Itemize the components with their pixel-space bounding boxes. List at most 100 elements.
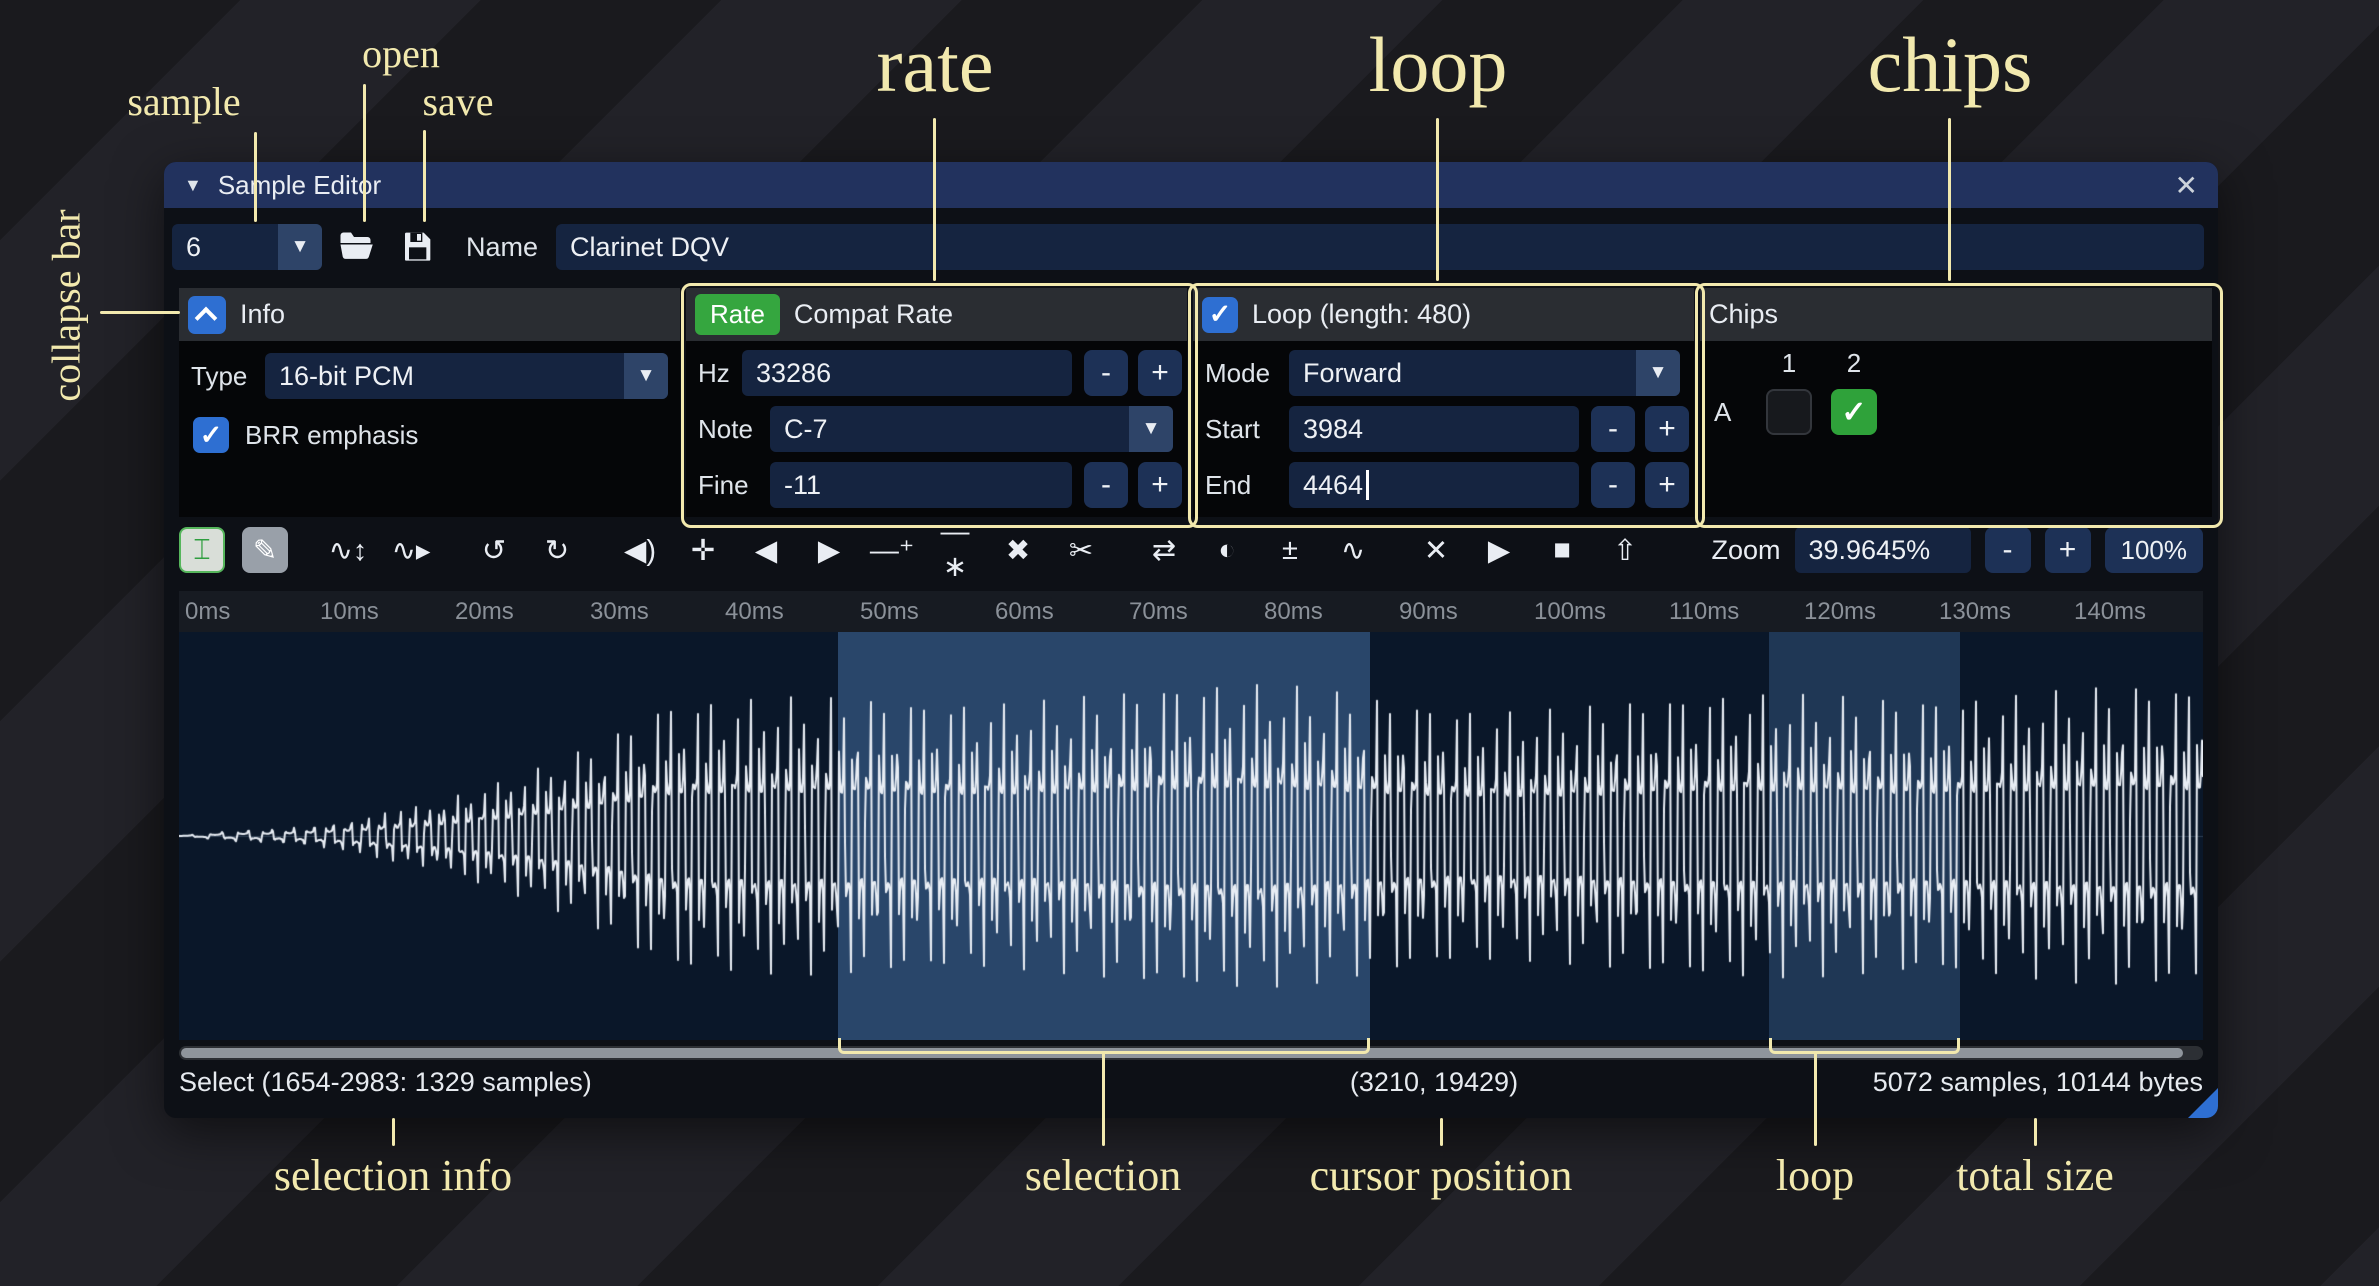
rate-panel: Rate Compat Rate Hz 33286 - + Note C-7 ▼… [686, 288, 1187, 517]
apply-silence-button[interactable]: —∗ [932, 527, 978, 573]
resize-button[interactable]: ∿↕ [325, 527, 371, 573]
crossfade-button[interactable]: ✕ [1413, 527, 1459, 573]
select-button[interactable]: ⌶ [179, 527, 225, 573]
ruler-tick-label: 0ms [185, 598, 230, 626]
collapse-bar-button[interactable] [188, 296, 226, 334]
selection-bracket [838, 1038, 1370, 1054]
hz-minus-button[interactable]: - [1084, 350, 1128, 396]
annotation-line-collapse-bar [100, 311, 180, 314]
annotation-save: save [422, 78, 493, 125]
stop-preview-button[interactable]: ■ [1539, 527, 1585, 573]
loop-start-plus-button[interactable]: + [1645, 406, 1689, 452]
sample-number-dropdown[interactable]: 6 ▼ [172, 224, 322, 270]
amplify-button[interactable]: ◀) [617, 527, 663, 573]
dash-plus-icon: —⁺ [870, 533, 914, 568]
zoom-reset-button[interactable]: 100% [2105, 527, 2204, 573]
check-icon: ✓ [200, 420, 223, 451]
annotation-line-total-size [2034, 1118, 2037, 1146]
chevron-down-icon: ▼ [278, 224, 322, 270]
annotation-line-loop [1436, 118, 1439, 281]
chip-1-checkbox[interactable] [1766, 389, 1812, 435]
window-title: Sample Editor [218, 170, 381, 201]
chip-column-1-label: 1 [1766, 343, 1812, 383]
window-titlebar[interactable]: ▼ Sample Editor ✕ [164, 162, 2218, 208]
trim-button[interactable]: ✂ [1058, 527, 1104, 573]
mode-label: Mode [1205, 350, 1270, 396]
invert-button[interactable]: ◐ [1204, 527, 1250, 573]
import-button[interactable]: ⇧ [1602, 527, 1648, 573]
fine-minus-button[interactable]: - [1084, 462, 1128, 508]
loop-mode-dropdown[interactable]: Forward ▼ [1289, 350, 1680, 396]
redo-button[interactable]: ↻ [534, 527, 580, 573]
zoom-out-button[interactable]: - [1985, 527, 2031, 573]
save-button[interactable] [392, 224, 442, 270]
play-icon: ▶ [1488, 533, 1510, 568]
note-dropdown[interactable]: C-7 ▼ [770, 406, 1173, 452]
preview-button[interactable]: ▶ [1476, 527, 1522, 573]
floppy-save-icon [401, 230, 433, 265]
undo-button[interactable]: ↺ [471, 527, 517, 573]
half-circle-icon: ◐ [1218, 534, 1236, 567]
waveform-canvas[interactable] [179, 632, 2203, 1040]
resample-button[interactable]: ∿▸ [388, 527, 434, 573]
type-dropdown[interactable]: 16-bit PCM ▼ [265, 353, 668, 399]
x-icon: ✕ [1424, 533, 1448, 568]
brr-emphasis-checkbox[interactable]: ✓ [193, 417, 229, 453]
annotation-line-selection-info [392, 1118, 395, 1146]
open-button[interactable] [332, 224, 382, 270]
ruler-tick-label: 30ms [590, 598, 649, 626]
info-panel: Info Type 16-bit PCM ▼ ✓ BRR emphasis [179, 288, 680, 517]
fine-field[interactable]: -11 [770, 462, 1072, 508]
annotation-chips: chips [1868, 20, 2033, 110]
sine-wave-icon: ∿ [1341, 533, 1365, 568]
hz-plus-button[interactable]: + [1138, 350, 1182, 396]
resample-wave-icon: ∿▸ [392, 533, 431, 568]
close-icon[interactable]: ✕ [2175, 169, 2198, 202]
normalize-button[interactable]: ✛ [680, 527, 726, 573]
fade-in-button[interactable]: ◀ [743, 527, 789, 573]
loop-end-value: 4464 [1303, 470, 1363, 501]
name-field[interactable]: Clarinet DQV [556, 224, 2204, 270]
rate-panel-title: Compat Rate [794, 299, 953, 330]
fine-value: -11 [784, 470, 821, 501]
filter-button[interactable]: ∿ [1330, 527, 1376, 573]
reverse-button[interactable]: ⇄ [1141, 527, 1187, 573]
waveform-display[interactable] [179, 632, 2203, 1040]
loop-start-field[interactable]: 3984 [1289, 406, 1579, 452]
annotation-cursor-position: cursor position [1310, 1150, 1573, 1201]
status-cursor-position: (3210, 19429) [1350, 1067, 1518, 1098]
check-icon: ✓ [1841, 395, 1866, 430]
fade-out-button[interactable]: ▶ [806, 527, 852, 573]
fine-plus-button[interactable]: + [1138, 462, 1182, 508]
annotation-line-save [423, 130, 426, 222]
time-ruler[interactable]: 0ms 10ms 20ms 30ms 40ms 50ms 60ms 70ms 8… [179, 591, 2203, 632]
delete-button[interactable]: ✖ [995, 527, 1041, 573]
loop-end-plus-button[interactable]: + [1645, 462, 1689, 508]
cross-icon: ✖ [1006, 533, 1030, 568]
zoom-field[interactable]: 39.9645% [1795, 527, 1971, 573]
annotation-line-sample [254, 132, 257, 222]
window-resize-grip[interactable] [2188, 1088, 2218, 1118]
annotation-line-open [363, 84, 366, 222]
sample-number-value: 6 [186, 232, 201, 263]
loop-end-minus-button[interactable]: - [1591, 462, 1635, 508]
redo-icon: ↻ [545, 533, 569, 568]
loop-end-field[interactable]: 4464 [1289, 462, 1579, 508]
loop-enable-checkbox[interactable]: ✓ [1202, 297, 1238, 333]
draw-button[interactable]: ✎ [242, 527, 288, 573]
hz-field[interactable]: 33286 [742, 350, 1072, 396]
insert-silence-button[interactable]: —⁺ [869, 527, 915, 573]
loop-start-minus-button[interactable]: - [1591, 406, 1635, 452]
chevron-down-icon: ▼ [1636, 350, 1680, 396]
name-label: Name [466, 232, 538, 263]
ruler-tick-label: 140ms [2074, 598, 2146, 626]
rate-badge[interactable]: Rate [695, 294, 780, 335]
window-collapse-triangle-icon[interactable]: ▼ [184, 175, 202, 196]
zoom-value: 39.9645% [1809, 535, 1931, 566]
sign-exchange-button[interactable]: ± [1267, 527, 1313, 573]
chip-2-checkbox[interactable]: ✓ [1831, 389, 1877, 435]
zoom-in-button[interactable]: + [2045, 527, 2091, 573]
ruler-tick-label: 100ms [1534, 598, 1606, 626]
plus-minus-icon: ± [1282, 534, 1298, 567]
folder-open-icon [339, 231, 375, 264]
